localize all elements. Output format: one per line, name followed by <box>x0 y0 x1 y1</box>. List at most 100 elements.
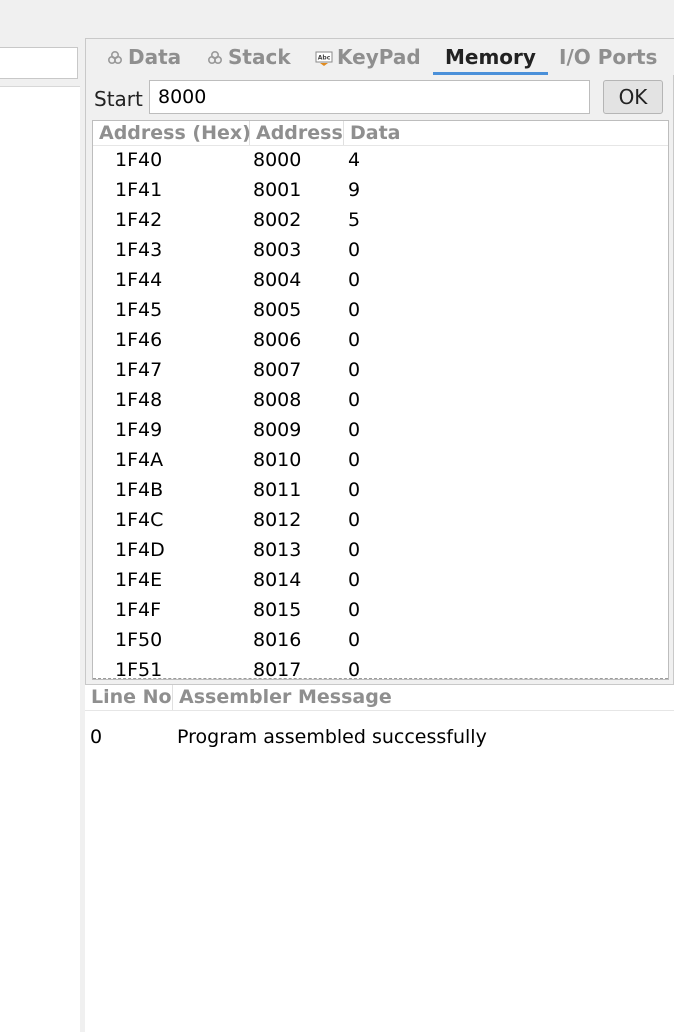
editor-address-field[interactable] <box>0 47 78 79</box>
cell-data: 0 <box>348 359 361 381</box>
cell-address: 8008 <box>253 389 302 411</box>
cell-address-hex: 1F4F <box>115 599 162 621</box>
column-header-data[interactable]: Data <box>344 121 668 145</box>
tab-io-ports[interactable]: I/O Ports <box>559 39 657 75</box>
message-text: Program assembled successfully <box>177 726 487 748</box>
cell-address: 8017 <box>253 659 302 680</box>
cell-data: 5 <box>348 209 361 231</box>
cell-data: 0 <box>348 539 361 561</box>
tab-memory[interactable]: Memory <box>433 39 548 75</box>
memory-panel: Start OK Address (Hex) Address Data 1F40… <box>85 75 674 685</box>
cell-address-hex: 1F44 <box>115 269 163 291</box>
cell-data: 4 <box>348 149 361 171</box>
start-label: Start <box>94 87 143 111</box>
table-row[interactable]: 1F4C 8012 0 <box>93 507 668 537</box>
cell-data: 0 <box>348 269 361 291</box>
cell-data: 0 <box>348 449 361 471</box>
cell-address: 8016 <box>253 629 302 651</box>
table-row[interactable]: 1F4A 8010 0 <box>93 447 668 477</box>
table-row[interactable]: 1F41 8001 9 <box>93 177 668 207</box>
cell-data: 0 <box>348 239 361 261</box>
cell-address-hex: 1F46 <box>115 329 163 351</box>
tab-memory-label: Memory <box>445 45 536 69</box>
table-row[interactable]: 1F49 8009 0 <box>93 417 668 447</box>
cell-address-hex: 1F49 <box>115 419 163 441</box>
table-row[interactable]: 1F4B 8011 0 <box>93 477 668 507</box>
table-row[interactable]: 1F47 8007 0 <box>93 357 668 387</box>
cell-data: 0 <box>348 419 361 441</box>
cell-address: 8000 <box>253 149 302 171</box>
tab-data[interactable]: Data <box>106 39 181 75</box>
table-row[interactable]: 1F44 8004 0 <box>93 267 668 297</box>
cell-address: 8011 <box>253 479 302 501</box>
cell-address: 8005 <box>253 299 302 321</box>
cell-address-hex: 1F43 <box>115 239 163 261</box>
message-row[interactable]: 0 Program assembled successfully <box>85 726 674 754</box>
code-editor[interactable] <box>0 86 80 1032</box>
table-row[interactable]: 1F48 8008 0 <box>93 387 668 417</box>
table-row[interactable]: 1F40 8000 4 <box>93 147 668 177</box>
column-header-line-no[interactable]: Line No <box>85 685 173 710</box>
memory-table-header: Address (Hex) Address Data <box>93 121 668 146</box>
cell-address-hex: 1F42 <box>115 209 163 231</box>
cell-address-hex: 1F4D <box>115 539 165 561</box>
assembler-message-panel: Line No Assembler Message 0 Program asse… <box>85 685 674 1032</box>
start-address-input[interactable] <box>149 80 590 114</box>
cell-address-hex: 1F41 <box>115 179 163 201</box>
cell-data: 0 <box>348 479 361 501</box>
cell-address-hex: 1F40 <box>115 149 163 171</box>
tab-keypad[interactable]: Abc KeyPad <box>315 39 421 75</box>
stack-icon <box>206 48 224 66</box>
memory-rows: 1F40 8000 4 1F41 8001 9 1F42 8002 5 1F43 8003 0 1F44… <box>93 147 668 680</box>
message-table-header: Line No Assembler Message <box>85 685 674 711</box>
cell-address: 8002 <box>253 209 302 231</box>
table-row[interactable]: 1F4D 8013 0 <box>93 537 668 567</box>
tab-keypad-label: KeyPad <box>337 45 421 69</box>
cell-address: 8001 <box>253 179 302 201</box>
data-icon <box>106 48 124 66</box>
table-row[interactable]: 1F42 8002 5 <box>93 207 668 237</box>
cell-address: 8003 <box>253 239 302 261</box>
table-row[interactable]: 1F45 8005 0 <box>93 297 668 327</box>
tab-bar: Data Stack Abc KeyPad Memory I/O Ports <box>85 38 674 76</box>
cell-address-hex: 1F4E <box>115 569 163 591</box>
cell-address-hex: 1F51 <box>115 659 163 680</box>
cell-address: 8015 <box>253 599 302 621</box>
cell-address-hex: 1F48 <box>115 389 163 411</box>
cell-data: 0 <box>348 329 361 351</box>
cell-address-hex: 1F4B <box>115 479 164 501</box>
cell-address: 8012 <box>253 509 302 531</box>
cell-address-hex: 1F47 <box>115 359 163 381</box>
cell-address: 8006 <box>253 329 302 351</box>
table-row[interactable]: 1F43 8003 0 <box>93 237 668 267</box>
tab-stack-label: Stack <box>228 45 291 69</box>
cell-data: 0 <box>348 629 361 651</box>
tab-io-ports-label: I/O Ports <box>559 45 658 69</box>
cell-address-hex: 1F50 <box>115 629 163 651</box>
cell-data: 0 <box>348 569 361 591</box>
ok-button[interactable]: OK <box>603 80 663 114</box>
cell-address: 8014 <box>253 569 302 591</box>
memory-table[interactable]: Address (Hex) Address Data 1F40 8000 4 1F41… <box>92 120 669 680</box>
table-row[interactable]: 1F46 8006 0 <box>93 327 668 357</box>
table-row[interactable]: 1F4E 8014 0 <box>93 567 668 597</box>
table-row[interactable]: 1F51 8017 0 <box>93 657 668 680</box>
cell-data: 0 <box>348 299 361 321</box>
keypad-icon: Abc <box>315 48 333 66</box>
cell-data: 0 <box>348 389 361 411</box>
tab-stack[interactable]: Stack <box>206 39 291 75</box>
column-header-address[interactable]: Address <box>250 121 344 145</box>
table-bottom-edge <box>93 678 668 679</box>
editor-pane <box>0 0 80 1032</box>
cell-address: 8013 <box>253 539 302 561</box>
table-row[interactable]: 1F50 8016 0 <box>93 627 668 657</box>
message-line-no: 0 <box>90 726 103 748</box>
cell-address-hex: 1F4A <box>115 449 164 471</box>
column-header-assembler-message[interactable]: Assembler Message <box>173 685 473 710</box>
column-header-address-hex[interactable]: Address (Hex) <box>93 121 251 145</box>
cell-data: 0 <box>348 509 361 531</box>
svg-text:Abc: Abc <box>318 55 331 62</box>
cell-address: 8007 <box>253 359 302 381</box>
table-row[interactable]: 1F4F 8015 0 <box>93 597 668 627</box>
cell-data: 0 <box>348 659 361 680</box>
